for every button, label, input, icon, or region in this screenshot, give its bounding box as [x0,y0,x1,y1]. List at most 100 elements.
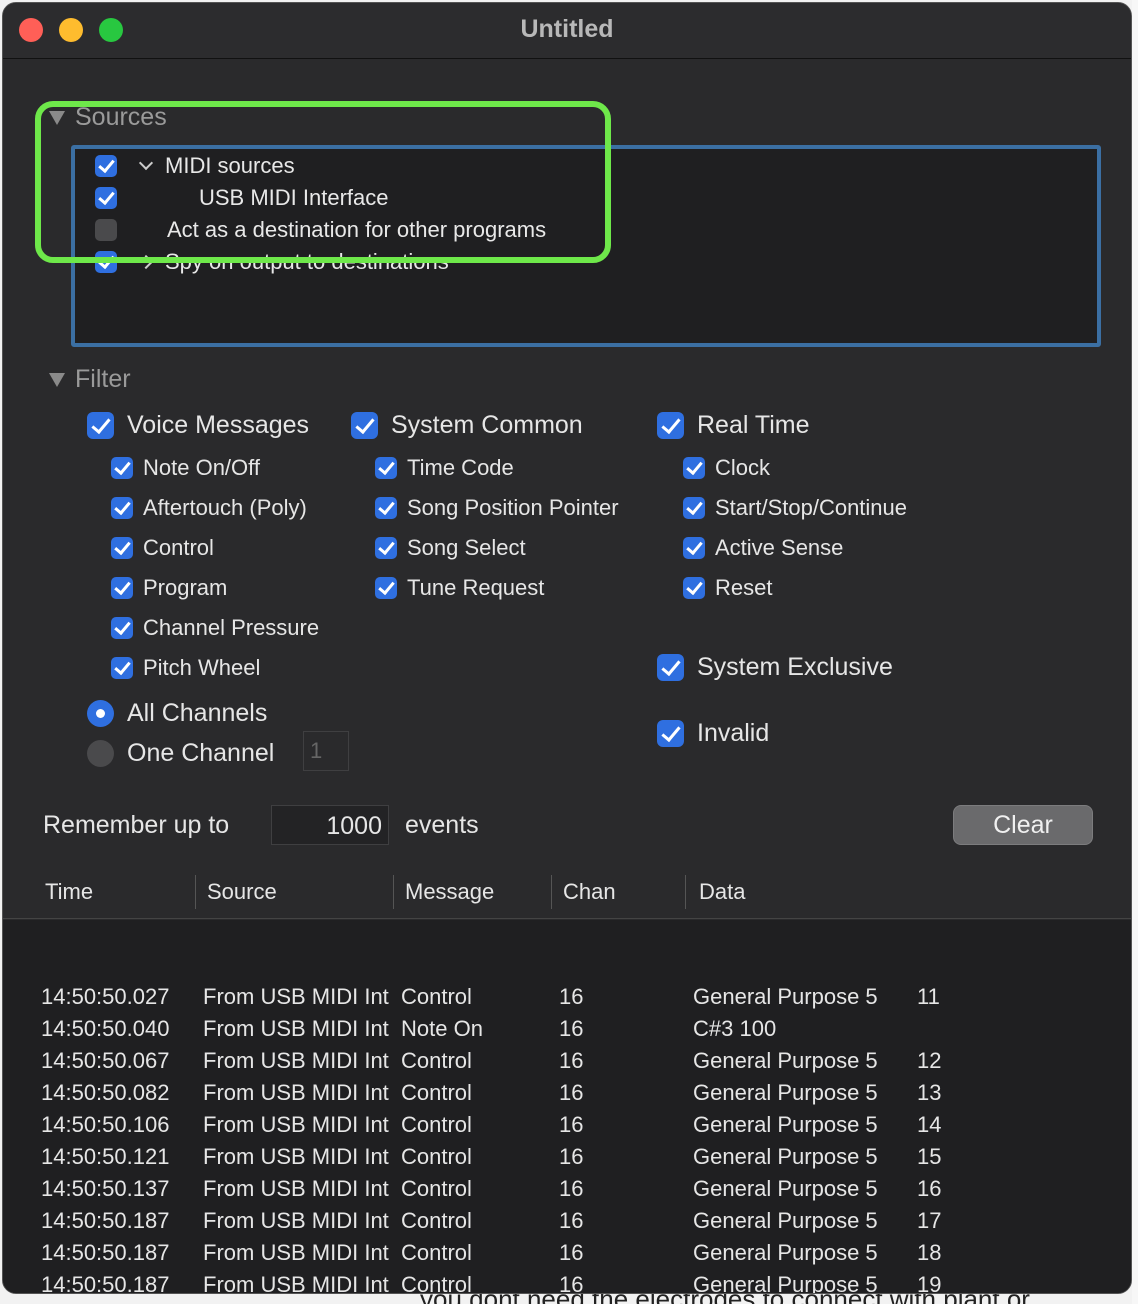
checkbox[interactable] [375,497,397,519]
checkbox[interactable] [111,617,133,639]
table-row[interactable]: 14:50:50.121 From USB MIDI Int Control 16 Ge… [3,1141,1131,1173]
all-channels-radio[interactable]: All Channels [87,699,267,728]
cell-message: Control [401,1144,472,1169]
midi-monitor-window: Untitled Sources MIDI sources USB MIDI I… [2,2,1132,1294]
table-row[interactable]: 14:50:50.027 From USB MIDI Int Control 16 Ge… [3,981,1131,1013]
one-channel-radio[interactable]: One Channel [87,739,274,768]
column-header-time[interactable]: Time [45,879,93,905]
filter-song-select[interactable]: Song Select [375,535,526,561]
table-row[interactable]: 14:50:50.106 From USB MIDI Int Control 16 Ge… [3,1109,1131,1141]
checkbox[interactable] [657,720,684,747]
checkbox[interactable] [683,537,705,559]
checkbox[interactable] [111,457,133,479]
filter-label: Pitch Wheel [143,655,261,680]
real-time-checkbox[interactable]: Real Time [657,411,810,440]
cell-message: Control [401,1176,472,1201]
cell-data-value: 18 [917,1240,942,1265]
filter-label: Program [143,575,228,600]
column-divider[interactable] [195,875,196,909]
filter-start-stop-continue[interactable]: Start/Stop/Continue [683,495,907,521]
checkbox[interactable] [375,577,397,599]
radio-button[interactable] [87,700,114,727]
cell-source: From USB MIDI Int [203,1080,389,1105]
column-divider[interactable] [393,875,394,909]
cell-chan: 16 [559,1048,584,1073]
checkbox[interactable] [111,537,133,559]
cell-message: Control [401,1112,472,1137]
cell-message: Control [401,1240,472,1265]
table-row[interactable]: 14:50:50.040 From USB MIDI Int Note On 16 C#… [3,1013,1131,1045]
table-row[interactable]: 14:50:50.187 From USB MIDI Int Control 16 Ge… [3,1269,1131,1293]
cell-time: 14:50:50.027 [41,984,170,1009]
cell-data-value: 17 [917,1208,942,1233]
filter-heading: Filter [75,365,131,393]
checkbox[interactable] [683,577,705,599]
cell-message: Control [401,1048,472,1073]
checkbox[interactable] [375,537,397,559]
system-exclusive-checkbox[interactable]: System Exclusive [657,653,893,682]
cell-data: C#3 100 [693,1016,777,1041]
cell-data: General Purpose 5 [693,1080,878,1105]
column-header-source[interactable]: Source [207,879,277,905]
column-header-data[interactable]: Data [699,879,745,905]
checkbox[interactable] [375,457,397,479]
checkbox[interactable] [657,412,684,439]
cell-data: General Purpose 5 [693,1208,878,1233]
cell-time: 14:50:50.187 [41,1240,170,1265]
checkbox[interactable] [683,457,705,479]
filter-aftertouch-poly[interactable]: Aftertouch (Poly) [111,495,307,521]
column-header-chan[interactable]: Chan [563,879,616,905]
invalid-checkbox[interactable]: Invalid [657,719,769,748]
filter-song-position-pointer[interactable]: Song Position Pointer [375,495,619,521]
checkbox[interactable] [657,654,684,681]
filter-tune-request[interactable]: Tune Request [375,575,544,601]
filter-time-code[interactable]: Time Code [375,455,514,481]
cell-data-value: 11 [917,984,940,1009]
checkbox[interactable] [111,657,133,679]
radio-button[interactable] [87,740,114,767]
filter-label: Start/Stop/Continue [715,495,908,520]
filter-label: Song Select [407,535,526,560]
checkbox[interactable] [683,497,705,519]
column-header-message[interactable]: Message [405,879,494,905]
table-row[interactable]: 14:50:50.082 From USB MIDI Int Control 16 Ge… [3,1077,1131,1109]
cell-chan: 16 [559,1112,584,1137]
events-label: events [405,811,479,839]
filter-label: Note On/Off [143,455,260,480]
checkbox[interactable] [111,497,133,519]
column-divider[interactable] [551,875,552,909]
voice-messages-label: Voice Messages [127,411,310,439]
cell-message: Note On [401,1016,483,1041]
filter-note-on-off[interactable]: Note On/Off [111,455,260,481]
filter-control[interactable]: Control [111,535,214,561]
filter-reset[interactable]: Reset [683,575,772,601]
clear-button[interactable]: Clear [953,805,1093,845]
cell-message: Control [401,1080,472,1105]
filter-disclosure[interactable]: Filter [49,365,131,394]
table-row[interactable]: 14:50:50.137 From USB MIDI Int Control 16 Ge… [3,1173,1131,1205]
table-row[interactable]: 14:50:50.187 From USB MIDI Int Control 16 Ge… [3,1237,1131,1269]
event-count-field[interactable]: 1000 [271,805,389,845]
cell-chan: 16 [559,984,584,1009]
filter-pitch-wheel[interactable]: Pitch Wheel [111,655,260,681]
channel-number-field[interactable]: 1 [303,731,349,771]
filter-label: Active Sense [715,535,844,560]
system-common-checkbox[interactable]: System Common [351,411,583,440]
invalid-label: Invalid [697,719,770,747]
cell-message: Control [401,1208,472,1233]
checkbox[interactable] [111,577,133,599]
filter-clock[interactable]: Clock [683,455,770,481]
filter-active-sense[interactable]: Active Sense [683,535,843,561]
table-row[interactable]: 14:50:50.067 From USB MIDI Int Control 16 Ge… [3,1045,1131,1077]
remember-label: Remember up to [43,811,230,839]
filter-channel-pressure[interactable]: Channel Pressure [111,615,319,641]
voice-messages-checkbox[interactable]: Voice Messages [87,411,309,440]
table-row[interactable]: 14:50:50.187 From USB MIDI Int Control 16 Ge… [3,1205,1131,1237]
column-divider[interactable] [685,875,686,909]
checkbox[interactable] [351,412,378,439]
cell-source: From USB MIDI Int [203,1176,389,1201]
event-table-body[interactable]: 14:50:50.027 From USB MIDI Int Control 16 Ge… [3,920,1131,1293]
filter-program[interactable]: Program [111,575,227,601]
cell-time: 14:50:50.040 [41,1016,170,1041]
checkbox[interactable] [87,412,114,439]
